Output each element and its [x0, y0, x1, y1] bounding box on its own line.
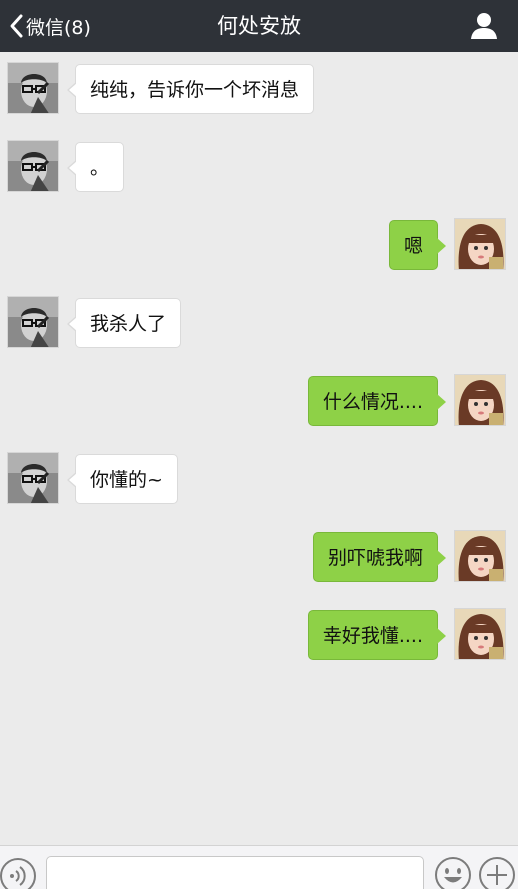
received-message-bubble[interactable]: 。 [66, 142, 125, 192]
person-icon [471, 13, 497, 39]
contact-avatar[interactable] [7, 452, 59, 504]
message-row: 嗯 [0, 208, 518, 270]
my-avatar[interactable] [454, 374, 506, 426]
back-label: 微信(8) [26, 16, 91, 39]
input-bar [0, 845, 518, 889]
contact-avatar[interactable] [7, 296, 59, 348]
plus-icon [479, 857, 515, 889]
received-message-bubble[interactable]: 纯纯，告诉你一个坏消息 [66, 64, 315, 114]
chevron-left-icon [10, 14, 23, 38]
contact-avatar[interactable] [7, 140, 59, 192]
my-avatar[interactable] [454, 530, 506, 582]
nav-bar: 微信(8) 何处安放 [0, 0, 518, 52]
chat-screen: 微信(8) 何处安放 纯纯，告诉你一个坏消息 。 嗯 我杀人了 什么情况....… [0, 0, 518, 889]
message-row: 。 [0, 130, 518, 192]
my-avatar[interactable] [454, 608, 506, 660]
emoji-icon [435, 857, 471, 889]
sent-message-bubble[interactable]: 幸好我懂.... [307, 610, 447, 660]
received-message-bubble[interactable]: 你懂的~ [67, 454, 178, 504]
received-message-bubble[interactable]: 我杀人了 [66, 298, 182, 348]
message-row: 什么情况.... [0, 364, 518, 426]
message-row: 幸好我懂.... [0, 598, 518, 660]
voice-button[interactable] [0, 858, 36, 889]
message-row: 别吓唬我啊 [0, 520, 518, 582]
more-button[interactable] [478, 856, 516, 889]
message-row: 纯纯，告诉你一个坏消息 [0, 52, 518, 114]
sent-message-bubble[interactable]: 别吓唬我啊 [312, 532, 447, 582]
emoji-button[interactable] [434, 856, 472, 889]
contact-avatar[interactable] [7, 62, 59, 114]
my-avatar[interactable] [454, 218, 506, 270]
voice-icon [10, 866, 26, 886]
message-input[interactable] [46, 856, 424, 889]
sent-message-bubble[interactable]: 嗯 [388, 220, 447, 270]
message-row: 我杀人了 [0, 286, 518, 348]
back-button[interactable]: 微信(8) [8, 0, 91, 52]
sent-message-bubble[interactable]: 什么情况.... [307, 376, 447, 426]
chat-info-button[interactable] [468, 10, 500, 42]
message-row: 你懂的~ [0, 442, 518, 504]
